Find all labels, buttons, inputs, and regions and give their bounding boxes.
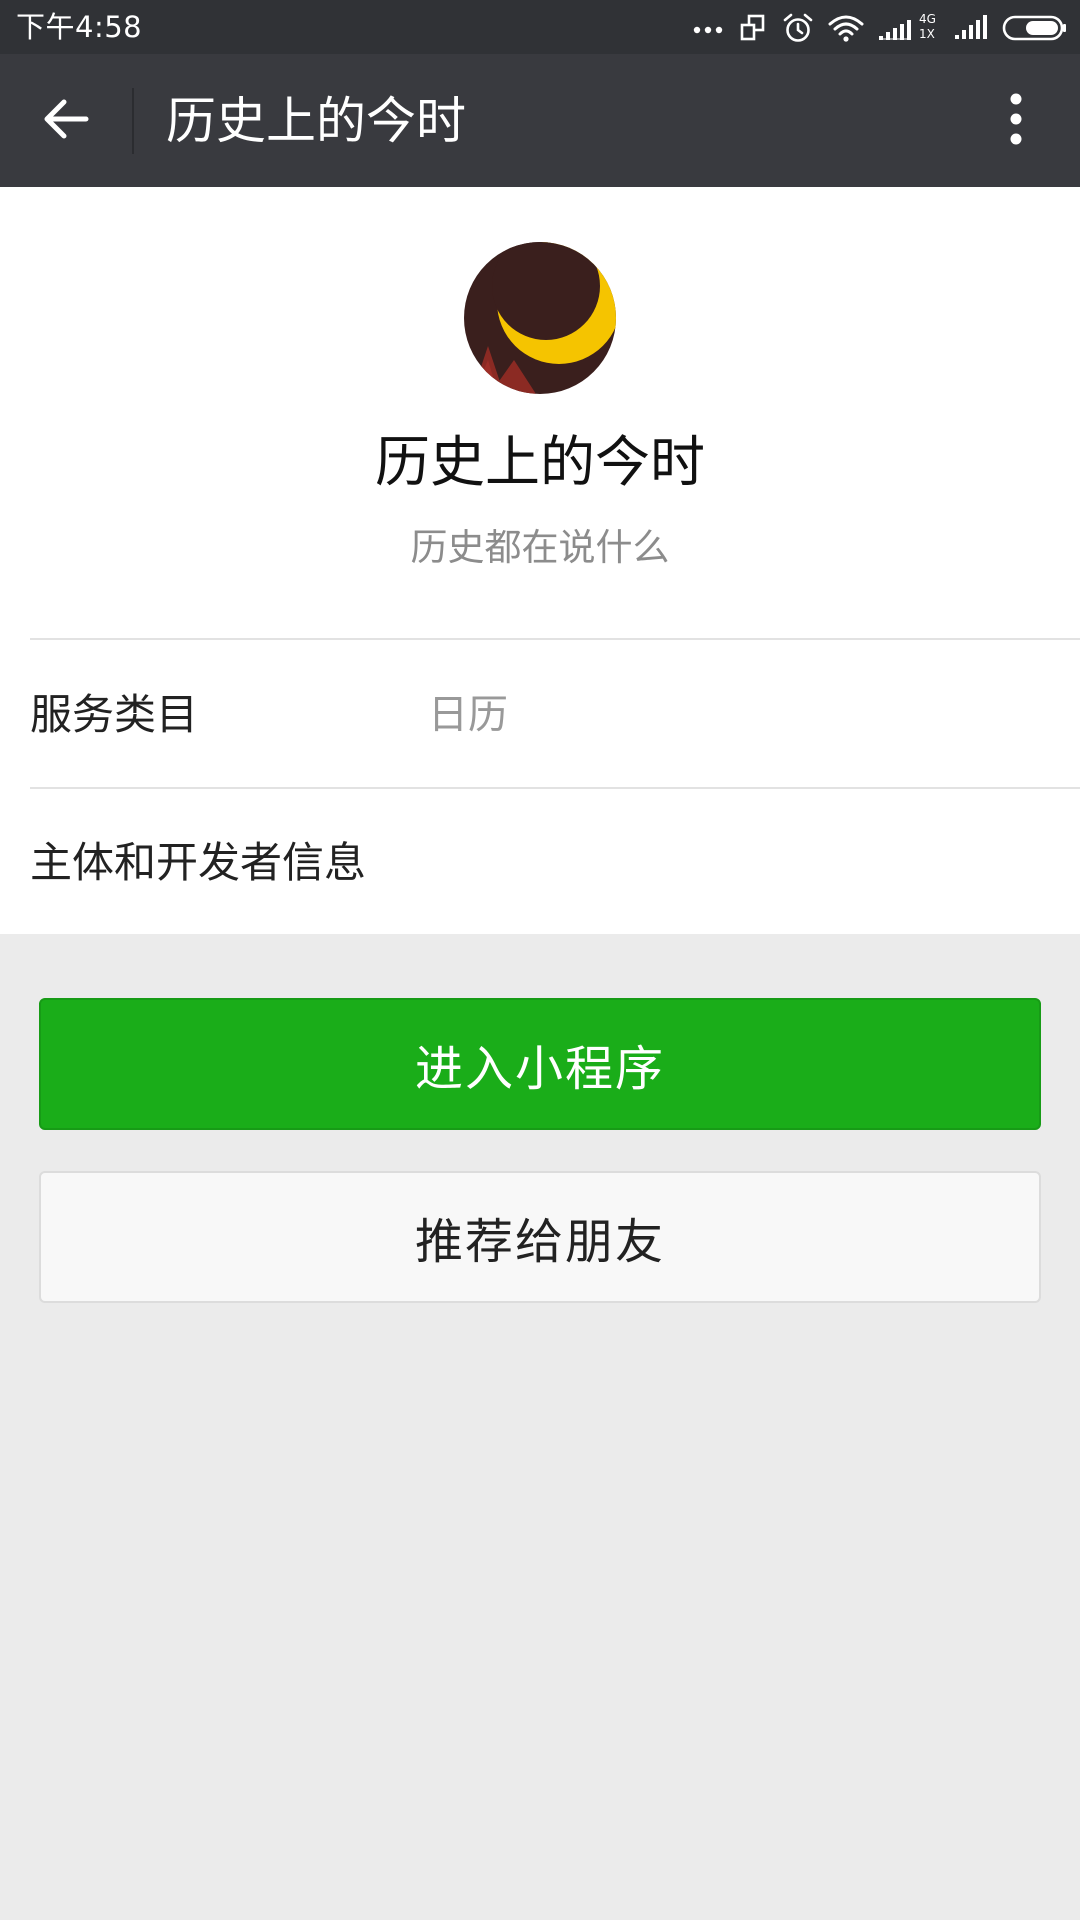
- back-arrow-icon: [42, 97, 90, 145]
- app-name: 历史上的今时: [374, 430, 705, 494]
- recommend-to-friend-button[interactable]: 推荐给朋友: [39, 1171, 1041, 1303]
- app-description: 历史都在说什么: [410, 526, 670, 569]
- enter-mini-program-button[interactable]: 进入小程序: [39, 998, 1041, 1130]
- developer-info-row[interactable]: 主体和开发者信息: [0, 789, 1080, 934]
- page-title: 历史上的今时: [166, 92, 466, 150]
- developer-info-label: 主体和开发者信息: [30, 838, 367, 887]
- service-category-label: 服务类目: [30, 690, 199, 739]
- mini-program-profile-card: 历史上的今时 历史都在说什么 服务类目 日历 主体和开发者信息: [0, 187, 1080, 934]
- more-vertical-icon: [1009, 92, 1023, 150]
- battery-icon: [1002, 14, 1068, 42]
- divider: [30, 638, 1080, 640]
- more-menu-button[interactable]: [980, 82, 1052, 160]
- status-time: 下午4:58: [16, 10, 143, 44]
- moon-logo-icon: [464, 242, 616, 394]
- back-button[interactable]: [20, 82, 112, 160]
- signal-4g-icon: 4G 1X: [878, 12, 940, 44]
- network-type-bottom: 1X: [919, 27, 935, 41]
- status-bar: 下午4:58 4G 1X: [0, 0, 1080, 54]
- title-bar: 历史上的今时: [0, 54, 1080, 187]
- more-dots-icon: [692, 22, 724, 34]
- signal-icon: [954, 15, 988, 41]
- status-icons: 4G 1X: [692, 10, 1068, 46]
- alarm-icon: [782, 12, 814, 44]
- screen-rotate-icon: [738, 13, 768, 43]
- wifi-icon: [828, 14, 864, 42]
- service-category-value: 日历: [428, 692, 508, 738]
- network-type-top: 4G: [919, 12, 936, 26]
- title-divider: [132, 88, 134, 154]
